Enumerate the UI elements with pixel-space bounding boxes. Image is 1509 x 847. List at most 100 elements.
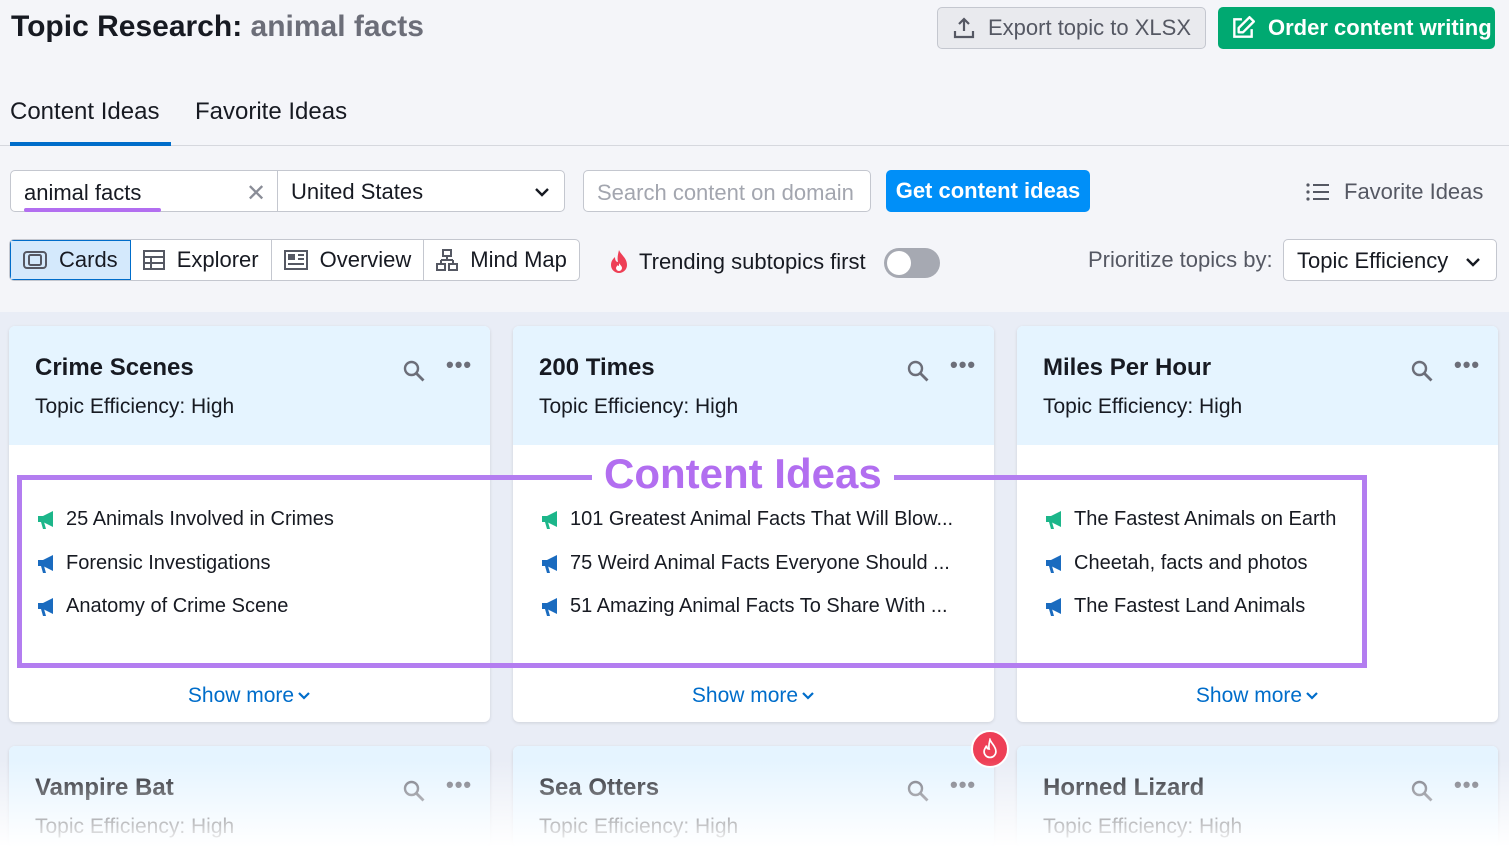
card-title: Horned Lizard — [1043, 774, 1204, 802]
card-title: Vampire Bat — [35, 774, 174, 802]
megaphone-green-icon — [1045, 509, 1065, 531]
topic-card-sea-otters[interactable]: Sea Otters Topic Efficiency: High ••• — [513, 746, 994, 847]
tab-content-ideas[interactable]: Content Ideas — [10, 98, 171, 146]
idea-text: Anatomy of Crime Scene — [66, 595, 288, 618]
domain-search-input[interactable]: Search content on domain — [583, 170, 871, 212]
card-efficiency: Topic Efficiency: High — [35, 395, 234, 419]
view-cards-button[interactable]: Cards — [10, 240, 131, 280]
megaphone-blue-icon — [1045, 553, 1065, 575]
idea-text: 25 Animals Involved in Crimes — [66, 508, 334, 531]
topic-card-horned-lizard[interactable]: Horned Lizard Topic Efficiency: High ••• — [1017, 746, 1498, 847]
content-idea-item[interactable]: 25 Animals Involved in Crimes — [37, 508, 334, 531]
tab-favorite-ideas[interactable]: Favorite Ideas — [195, 98, 347, 146]
trending-subtopics-setting: Trending subtopics first — [609, 249, 866, 275]
more-options-icon[interactable]: ••• — [950, 352, 976, 378]
view-overview-button[interactable]: Overview — [272, 240, 425, 280]
show-more-link[interactable]: Show more — [1017, 684, 1498, 708]
search-icon[interactable] — [402, 779, 426, 803]
card-title: Miles Per Hour — [1043, 354, 1211, 382]
megaphone-blue-icon — [541, 596, 561, 618]
keyword-country-group: animal facts ✕ United States — [10, 170, 565, 212]
idea-text: 101 Greatest Animal Facts That Will Blow… — [570, 508, 953, 531]
tab-bar: Content Ideas Favorite Ideas — [0, 98, 1509, 146]
show-more-label: Show more — [188, 684, 294, 707]
list-icon — [1306, 182, 1330, 202]
topic-card-crime-scenes[interactable]: Crime Scenes Topic Efficiency: High ••• … — [9, 326, 490, 722]
content-idea-item[interactable]: 75 Weird Animal Facts Everyone Should ..… — [541, 552, 950, 575]
idea-text: Forensic Investigations — [66, 552, 271, 575]
more-options-icon[interactable]: ••• — [446, 772, 472, 798]
show-more-label: Show more — [1196, 684, 1302, 707]
card-efficiency: Topic Efficiency: High — [35, 815, 234, 839]
chevron-down-icon — [297, 689, 311, 703]
card-efficiency: Topic Efficiency: High — [539, 395, 738, 419]
content-idea-item[interactable]: 51 Amazing Animal Facts To Share With ..… — [541, 595, 948, 618]
trending-badge — [971, 730, 1009, 768]
megaphone-green-icon — [541, 509, 561, 531]
trending-toggle[interactable] — [884, 248, 940, 278]
card-title: Crime Scenes — [35, 354, 194, 382]
more-options-icon[interactable]: ••• — [1454, 772, 1480, 798]
get-content-ideas-button[interactable]: Get content ideas — [886, 170, 1090, 212]
more-options-icon[interactable]: ••• — [1454, 352, 1480, 378]
content-idea-item[interactable]: Anatomy of Crime Scene — [37, 595, 288, 618]
search-icon[interactable] — [906, 359, 930, 383]
clear-icon[interactable]: ✕ — [246, 179, 266, 208]
show-more-link[interactable]: Show more — [9, 684, 490, 708]
flame-icon — [609, 249, 629, 275]
view-switcher: Cards Explorer Overview Mind Map — [9, 239, 580, 281]
keyword-input[interactable]: animal facts — [24, 180, 141, 206]
chevron-down-icon — [801, 689, 815, 703]
country-select[interactable]: United States — [291, 179, 423, 205]
idea-text: The Fastest Animals on Earth — [1074, 508, 1336, 531]
page-title: Topic Research: animal facts — [11, 10, 424, 44]
show-more-link[interactable]: Show more — [513, 684, 994, 708]
idea-text: 75 Weird Animal Facts Everyone Should ..… — [570, 552, 950, 575]
trending-label: Trending subtopics first — [639, 249, 866, 275]
topic-card-vampire-bat[interactable]: Vampire Bat Topic Efficiency: High ••• — [9, 746, 490, 847]
mindmap-icon — [436, 249, 458, 271]
megaphone-blue-icon — [37, 553, 57, 575]
cards-icon — [23, 249, 47, 271]
toggle-knob — [887, 251, 911, 275]
card-title: Sea Otters — [539, 774, 659, 802]
divider — [277, 171, 278, 211]
idea-text: Cheetah, facts and photos — [1074, 552, 1308, 575]
favorite-ideas-link[interactable]: Favorite Ideas — [1306, 179, 1483, 205]
search-icon[interactable] — [906, 779, 930, 803]
search-icon[interactable] — [1410, 779, 1434, 803]
content-idea-item[interactable]: 101 Greatest Animal Facts That Will Blow… — [541, 508, 953, 531]
chevron-down-icon — [1464, 253, 1482, 271]
view-label: Mind Map — [470, 247, 567, 273]
overview-icon — [284, 249, 308, 271]
topic-card-miles-per-hour[interactable]: Miles Per Hour Topic Efficiency: High ••… — [1017, 326, 1498, 722]
card-header — [9, 326, 490, 445]
chevron-down-icon[interactable] — [533, 183, 551, 201]
search-icon[interactable] — [1410, 359, 1434, 383]
idea-text: 51 Amazing Animal Facts To Share With ..… — [570, 595, 948, 618]
view-label: Cards — [59, 247, 118, 273]
more-options-icon[interactable]: ••• — [950, 772, 976, 798]
order-content-writing-button[interactable]: Order content writing — [1218, 7, 1495, 49]
search-icon[interactable] — [402, 359, 426, 383]
chevron-down-icon — [1305, 689, 1319, 703]
topic-card-200-times[interactable]: 200 Times Topic Efficiency: High ••• 101… — [513, 326, 994, 722]
view-explorer-button[interactable]: Explorer — [131, 240, 272, 280]
megaphone-blue-icon — [37, 596, 57, 618]
content-idea-item[interactable]: The Fastest Land Animals — [1045, 595, 1305, 618]
content-idea-item[interactable]: The Fastest Animals on Earth — [1045, 508, 1336, 531]
export-xlsx-button[interactable]: Export topic to XLSX — [937, 7, 1206, 49]
order-label: Order content writing — [1268, 15, 1492, 41]
megaphone-green-icon — [37, 509, 57, 531]
more-options-icon[interactable]: ••• — [446, 352, 472, 378]
annotation-label: Content Ideas — [592, 450, 894, 498]
table-icon — [143, 249, 165, 271]
content-idea-item[interactable]: Cheetah, facts and photos — [1045, 552, 1308, 575]
content-idea-item[interactable]: Forensic Investigations — [37, 552, 271, 575]
prioritize-select[interactable]: Topic Efficiency — [1283, 239, 1497, 281]
view-mindmap-button[interactable]: Mind Map — [424, 240, 579, 280]
card-efficiency: Topic Efficiency: High — [539, 815, 738, 839]
idea-text: The Fastest Land Animals — [1074, 595, 1305, 618]
card-header — [1017, 326, 1498, 445]
upload-icon — [952, 16, 976, 40]
